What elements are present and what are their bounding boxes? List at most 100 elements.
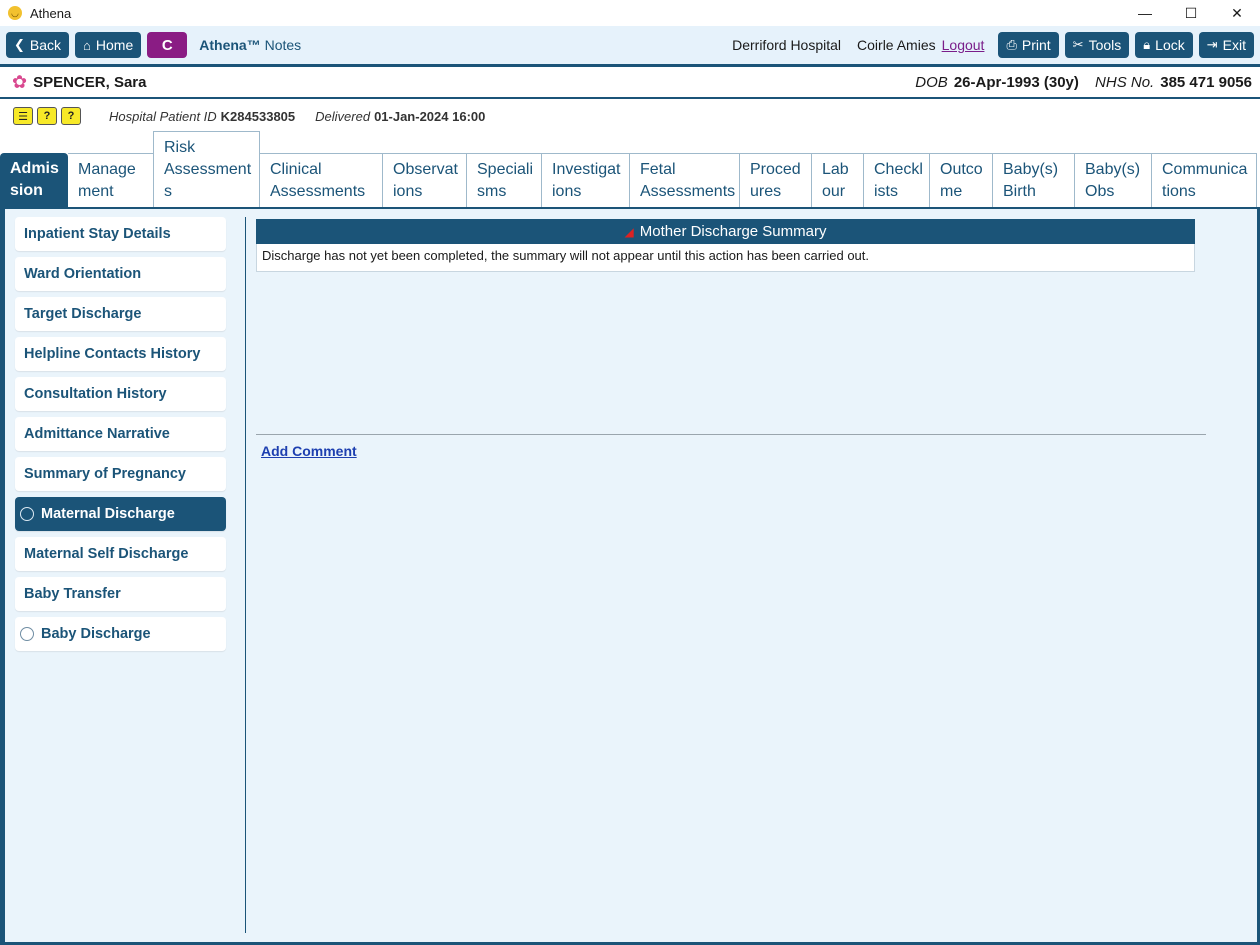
tab-label: tions	[1162, 183, 1196, 200]
tab-investigations[interactable]: Investigat ions	[542, 153, 630, 207]
sidebar-item-label: Baby Discharge	[41, 626, 151, 642]
tab-label: Lab	[822, 161, 849, 178]
tab-label: Outco	[940, 161, 983, 178]
home-button[interactable]: ⌂ Home	[75, 32, 142, 58]
tab-label: ists	[874, 183, 898, 200]
tab-label: Fetal	[640, 161, 676, 178]
toolbar-right: Derriford Hospital Coirle Amies Logout ⎙…	[732, 32, 1254, 58]
content-area: Inpatient Stay Details Ward Orientation …	[0, 207, 1260, 945]
question-icon[interactable]: ?	[61, 107, 81, 125]
sidebar-item-label: Ward Orientation	[24, 266, 142, 282]
lock-button[interactable]: 🔒︎ Lock	[1135, 32, 1193, 58]
toolbar: ❮ Back ⌂ Home C Athena™ Notes Derriford …	[0, 26, 1260, 64]
tab-label: Risk	[164, 139, 196, 156]
tab-label: sion	[10, 182, 43, 199]
title-bar: ◡ Athena — ☐ ✕	[0, 0, 1260, 26]
sidebar-item-label: Admittance Narrative	[24, 426, 170, 442]
hospital-name: Derriford Hospital	[732, 37, 842, 53]
tools-button[interactable]: ✂ Tools	[1064, 32, 1130, 58]
sidebar: Inpatient Stay Details Ward Orientation …	[15, 217, 226, 657]
tab-label: Investigat	[552, 161, 621, 178]
hospital-id-value: K284533805	[220, 108, 296, 124]
sidebar-item-maternal-self-discharge[interactable]: Maternal Self Discharge	[15, 537, 226, 571]
sidebar-divider	[245, 217, 246, 933]
exit-icon: ⇥	[1206, 37, 1218, 52]
lock-icon: 🔒︎	[1143, 37, 1151, 52]
sidebar-item-maternal-discharge[interactable]: Maternal Discharge	[15, 497, 226, 531]
sidebar-item-target-discharge[interactable]: Target Discharge	[15, 297, 226, 331]
tab-admission[interactable]: Admis sion	[0, 153, 68, 207]
window-controls: — ☐ ✕	[1122, 0, 1260, 26]
tab-procedures[interactable]: Proced ures	[740, 153, 812, 207]
flower-icon: ✿	[12, 71, 28, 92]
tab-label: Checkl	[874, 161, 923, 178]
panel-message: Discharge has not yet been completed, th…	[256, 244, 1195, 272]
exit-button[interactable]: ⇥ Exit	[1198, 32, 1254, 58]
logout-link[interactable]: Logout	[942, 37, 985, 53]
sidebar-item-inpatient-stay-details[interactable]: Inpatient Stay Details	[15, 217, 226, 251]
tab-label: ions	[393, 183, 423, 200]
status-circle-icon	[20, 507, 34, 521]
tab-label: ment	[78, 183, 114, 200]
sidebar-item-label: Helpline Contacts History	[24, 346, 201, 362]
print-button[interactable]: ⎙ Print	[998, 32, 1059, 58]
close-button[interactable]: ✕	[1214, 0, 1260, 26]
sidebar-item-label: Inpatient Stay Details	[24, 226, 171, 242]
tab-label: s	[164, 183, 172, 200]
back-label: Back	[29, 37, 62, 53]
sidebar-item-admittance-narrative[interactable]: Admittance Narrative	[15, 417, 226, 451]
tab-label: Clinical	[270, 161, 322, 178]
sidebar-item-label: Baby Transfer	[24, 586, 121, 602]
tab-label: Birth	[1003, 183, 1036, 200]
tab-checklists[interactable]: Checkl ists	[864, 153, 930, 207]
patient-id-line: ☰ ? ? Hospital Patient ID K284533805 Del…	[0, 101, 1260, 131]
minimize-button[interactable]: —	[1122, 0, 1168, 26]
exit-label: Exit	[1222, 37, 1246, 53]
tab-babys-birth[interactable]: Baby(s) Birth	[993, 153, 1075, 207]
maximize-button[interactable]: ☐	[1168, 0, 1214, 26]
main-tabs: Admis sion Manage ment Risk Assessment s Cli…	[0, 131, 1260, 207]
sidebar-item-ward-orientation[interactable]: Ward Orientation	[15, 257, 226, 291]
discharge-summary-panel: ◢ Mother Discharge Summary Discharge has…	[256, 219, 1195, 272]
tab-specialisms[interactable]: Speciali sms	[467, 153, 542, 207]
panel-header: ◢ Mother Discharge Summary	[256, 219, 1195, 244]
printer-icon: ⎙	[1006, 37, 1017, 52]
home-icon: ⌂	[83, 37, 91, 53]
tab-fetal-assessments[interactable]: Fetal Assessments	[630, 153, 740, 207]
tab-labour[interactable]: Lab our	[812, 153, 864, 207]
alert-list-icon[interactable]: ☰	[13, 107, 33, 125]
sidebar-item-baby-discharge[interactable]: Baby Discharge	[15, 617, 226, 651]
tab-label: Assessment	[164, 161, 252, 178]
tab-label: ures	[750, 183, 782, 200]
sidebar-item-consultation-history[interactable]: Consultation History	[15, 377, 226, 411]
lock-label: Lock	[1155, 37, 1185, 53]
home-label: Home	[95, 37, 134, 53]
sidebar-item-helpline-contacts-history[interactable]: Helpline Contacts History	[15, 337, 226, 371]
tools-label: Tools	[1088, 37, 1122, 53]
tab-risk-assessments[interactable]: Risk Assessment s	[153, 131, 260, 207]
tab-label: Manage	[78, 161, 136, 178]
sidebar-item-summary-of-pregnancy[interactable]: Summary of Pregnancy	[15, 457, 226, 491]
tab-label: Baby(s)	[1085, 161, 1141, 178]
tab-outcome[interactable]: Outco me	[930, 153, 993, 207]
nhs-label: NHS No.	[1095, 73, 1155, 91]
question-icon[interactable]: ?	[37, 107, 57, 125]
window-title: Athena	[30, 5, 72, 21]
tab-clinical-assessments[interactable]: Clinical Assessments	[260, 153, 383, 207]
tab-communications[interactable]: Communica tions	[1152, 153, 1257, 207]
nhs-value: 385 471 9056	[1160, 73, 1252, 91]
tab-management[interactable]: Manage ment	[68, 153, 154, 207]
back-button[interactable]: ❮ Back	[6, 32, 70, 58]
dob-label: DOB	[915, 73, 948, 91]
tab-label: Observat	[393, 161, 458, 178]
sidebar-item-baby-transfer[interactable]: Baby Transfer	[15, 577, 226, 611]
tab-label: sms	[477, 183, 507, 200]
delivered-label: Delivered	[315, 108, 371, 124]
tab-babys-obs[interactable]: Baby(s) Obs	[1075, 153, 1152, 207]
delivered-value: 01-Jan-2024 16:00	[374, 108, 486, 124]
add-comment-link[interactable]: Add Comment	[261, 443, 357, 459]
tab-observations[interactable]: Observat ions	[383, 153, 467, 207]
c-button[interactable]: C	[147, 32, 188, 58]
tab-label: Assessments	[270, 183, 366, 200]
tab-label: our	[822, 183, 846, 200]
